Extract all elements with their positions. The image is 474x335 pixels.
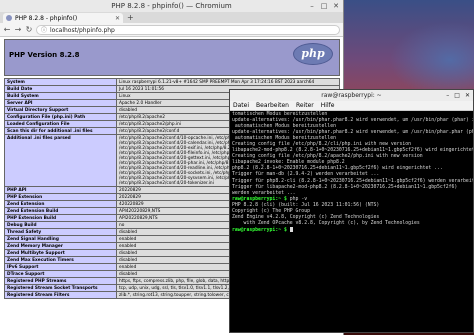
menu-bearbeiten[interactable]: Bearbeiten	[256, 101, 289, 110]
row-key: Registered Stream Socket Transports	[4, 284, 117, 292]
row-key: Additional .ini files parsed	[4, 134, 117, 187]
row-key: Thread Safety	[4, 228, 117, 236]
row-key: PHP Extension	[4, 193, 117, 201]
terminal-menubar: Datei Bearbeiten Reiter Hilfe	[230, 101, 473, 111]
terminal-line: Trigger für libapache2-mod-php8.2 (8.2.8…	[232, 184, 458, 190]
new-tab-icon[interactable]: +	[127, 13, 134, 23]
row-key: System	[4, 78, 117, 86]
php-version-title: PHP Version 8.2.8	[9, 51, 80, 59]
row-key: Configuration File (php.ini) Path	[4, 113, 117, 121]
close-icon[interactable]: ✕	[465, 90, 470, 101]
row-key: Loaded Configuration File	[4, 120, 117, 128]
row-key: Zend Max Execution Timers	[4, 256, 117, 264]
forward-icon[interactable]: →	[14, 25, 22, 34]
row-key: PHP Extension Build	[4, 214, 117, 222]
row-key: DTrace Support	[4, 270, 117, 278]
maximize-icon[interactable]: □	[320, 0, 328, 12]
tab-phpinfo[interactable]: PHP 8.2.8 - phpinfo() ✕	[3, 13, 123, 23]
maximize-icon[interactable]: □	[454, 90, 460, 101]
menu-reiter[interactable]: Reiter	[296, 101, 314, 110]
terminal-title: raw@raspberrypi: ~	[321, 92, 382, 99]
row-key: Scan this dir for additional .ini files	[4, 127, 117, 135]
back-icon[interactable]: ←	[3, 25, 11, 34]
reload-icon[interactable]: ↻	[25, 25, 33, 34]
row-key: IPv6 Support	[4, 263, 117, 271]
navigation-bar: ← → ↻ ⓘ localhost/phpinfo.php	[0, 23, 343, 37]
url-text: localhost/phpinfo.php	[50, 26, 115, 34]
row-key: PHP API	[4, 186, 117, 194]
info-icon[interactable]: ⓘ	[41, 26, 47, 34]
row-key: Registered PHP Streams	[4, 277, 117, 285]
row-key: Zend Multibyte Support	[4, 249, 117, 257]
shell-prompt: raw@raspberrypi:~ $	[232, 227, 287, 233]
row-key: Debug Build	[4, 221, 117, 229]
row-key: Registered Stream Filters	[4, 291, 117, 299]
row-key: Build Date	[4, 85, 117, 93]
terminal-titlebar[interactable]: raw@raspberrypi: ~ – □ ✕	[230, 90, 473, 101]
address-bar[interactable]: ⓘ localhost/phpinfo.php	[36, 24, 340, 35]
row-key: Build System	[4, 92, 117, 100]
tab-close-icon[interactable]: ✕	[115, 15, 120, 22]
tab-bar: PHP 8.2.8 - phpinfo() ✕ +	[0, 12, 343, 23]
row-key: Virtual Directory Support	[4, 106, 117, 114]
row-key: Zend Memory Manager	[4, 242, 117, 250]
row-key: Zend Extension Build	[4, 207, 117, 215]
row-key: Zend Signal Handling	[4, 235, 117, 243]
shell-prompt: raw@raspberrypi:~ $	[232, 196, 287, 202]
php-logo[interactable]: php	[293, 43, 333, 65]
window-title: PHP 8.2.8 - phpinfo() — Chromium	[111, 2, 232, 10]
row-key: Zend Extension	[4, 200, 117, 208]
shell-command: php -v	[286, 196, 308, 202]
close-icon[interactable]: ✕	[332, 0, 340, 12]
tab-label: PHP 8.2.8 - phpinfo()	[15, 14, 78, 22]
text-cursor	[289, 226, 293, 232]
menu-hilfe[interactable]: Hilfe	[321, 101, 335, 110]
minimize-icon[interactable]: –	[308, 0, 316, 12]
php-favicon-icon	[6, 15, 12, 21]
minimize-icon[interactable]: –	[446, 90, 449, 101]
terminal-command-line: raw@raspberrypi:~ $	[232, 226, 471, 234]
row-key: Server API	[4, 99, 117, 107]
phpinfo-header: PHP Version 8.2.8 php	[4, 39, 340, 76]
terminal-window: raw@raspberrypi: ~ – □ ✕ Datei Bearbeite…	[229, 89, 474, 333]
browser-titlebar[interactable]: PHP 8.2.8 - phpinfo() — Chromium – □ ✕	[0, 0, 343, 12]
menu-datei[interactable]: Datei	[233, 101, 249, 110]
terminal-output[interactable]: tomatischen Modus bereitzustellen update-…	[230, 111, 473, 332]
row-value: Linux raspberrypi 6.1.21-v8+ #1642 SMP P…	[116, 78, 340, 86]
table-row: System Linux raspberrypi 6.1.21-v8+ #1642…	[4, 78, 340, 86]
terminal-line: Trigger für php8.2-cli (8.2.8-1+0~202307…	[232, 178, 473, 184]
